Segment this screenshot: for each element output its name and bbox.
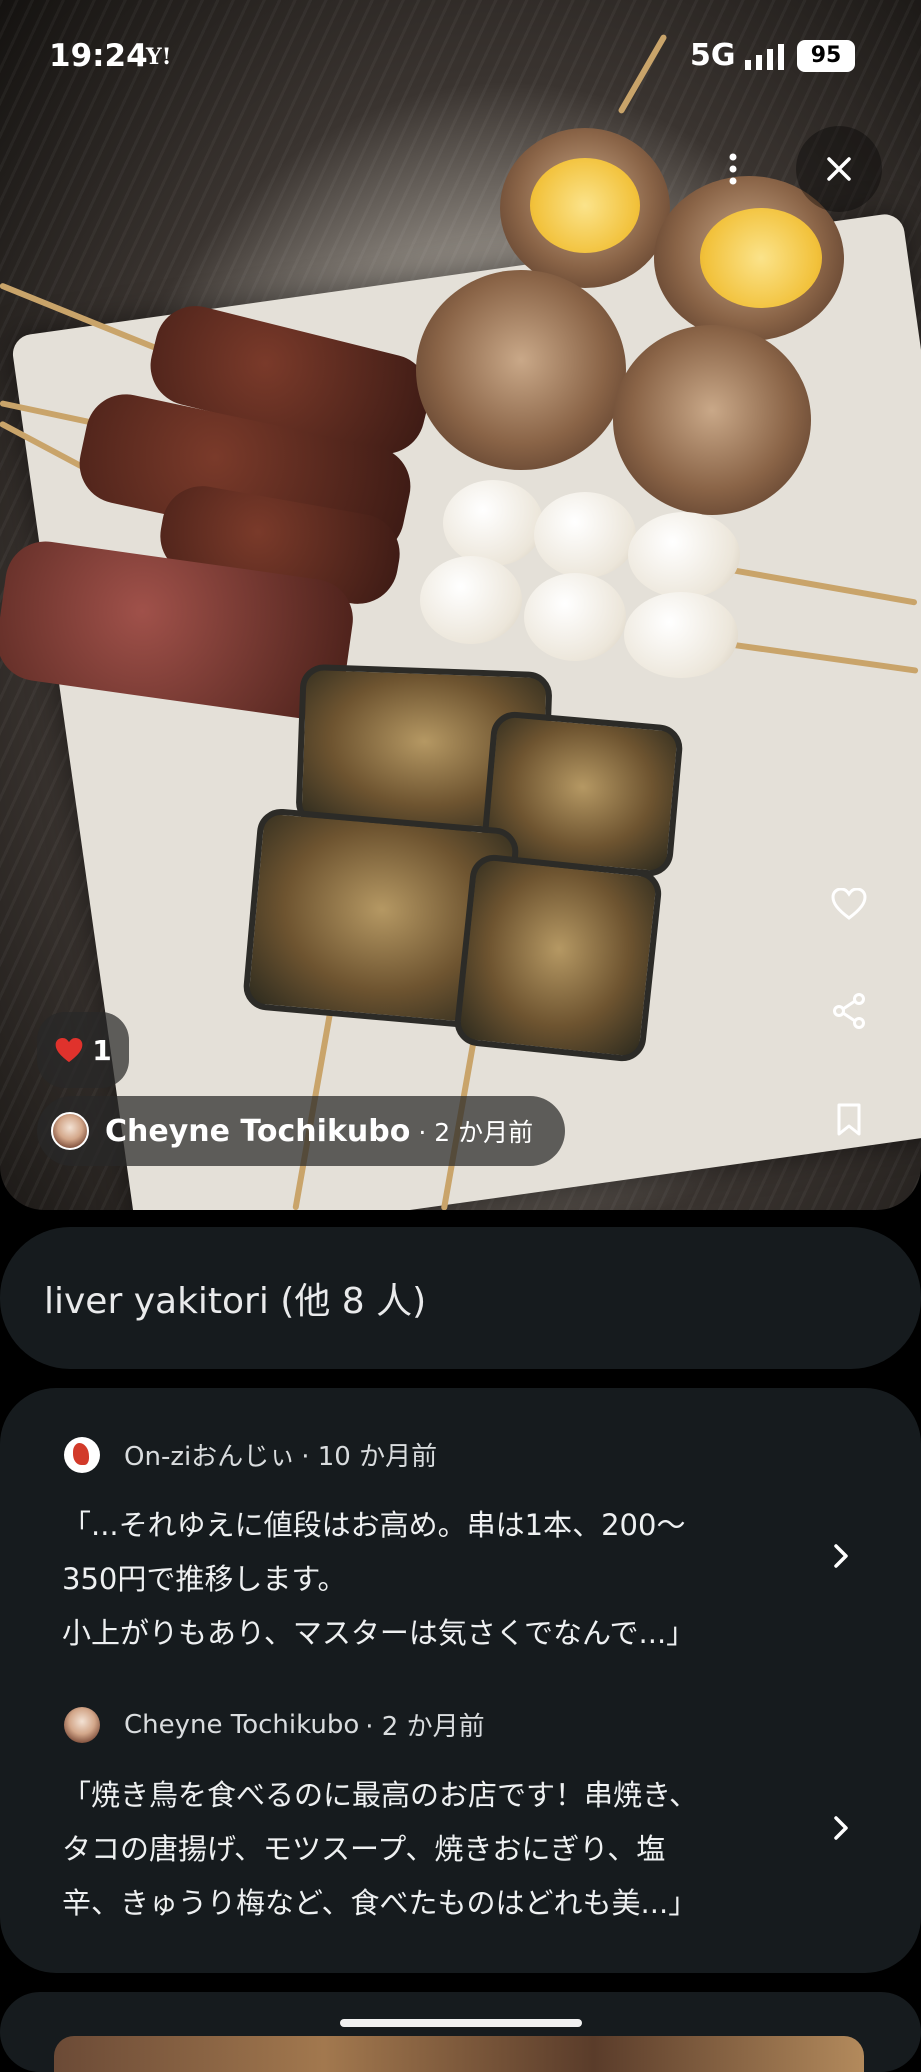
avatar xyxy=(64,1436,100,1473)
like-button[interactable] xyxy=(821,876,877,932)
grilled-eggplant xyxy=(452,852,664,1064)
home-indicator[interactable] xyxy=(340,2019,582,2027)
review-item[interactable]: On-ziおんじぃ · 10 か月前 「...それゆえに値段はお高め。串は1本、… xyxy=(0,1436,921,1666)
photo-caption-card[interactable]: liver yakitori (他 8 人) xyxy=(0,1227,921,1369)
carrier-icon: Y! xyxy=(146,44,172,70)
network-type: 5G xyxy=(690,38,736,73)
lemon-slice xyxy=(530,158,640,253)
quail-egg xyxy=(524,573,626,661)
shiitake-mushroom xyxy=(416,270,626,470)
chevron-right-icon xyxy=(834,1544,848,1568)
review-text: 「...それゆえに値段はお高め。串は1本、200〜 350円で推移します。 小上… xyxy=(62,1508,696,1650)
status-time: 19:24 xyxy=(49,38,148,74)
bookmark-icon xyxy=(837,1103,861,1136)
review-meta: · 10 か月前 xyxy=(301,1442,438,1472)
review-open-button[interactable] xyxy=(821,1808,861,1848)
quail-egg xyxy=(628,512,740,598)
chevron-right-icon xyxy=(834,1816,848,1840)
review-author: Cheyne Tochikubo xyxy=(124,1709,360,1740)
next-photo-thumbnail xyxy=(54,2036,864,2072)
close-icon xyxy=(827,157,851,181)
review-item[interactable]: Cheyne Tochikubo · 2 か月前 「焼き鳥を食べるのに最高のお店… xyxy=(0,1706,921,1936)
signal-icon xyxy=(745,44,784,70)
more-button[interactable] xyxy=(690,126,776,212)
review-text: 「焼き鳥を食べるのに最高のお店です！串焼き、 タコの唐揚げ、モツスープ、焼きおに… xyxy=(62,1778,698,1920)
share-button[interactable] xyxy=(821,983,877,1039)
quail-egg xyxy=(624,592,738,678)
lemon-slice xyxy=(700,208,822,308)
like-count: 1 xyxy=(92,1033,112,1067)
photo-viewer[interactable]: 19:24 Y! 5G 95 1 Cheyne Tochikubo · 2 か月… xyxy=(0,0,921,1210)
status-bar: 19:24 Y! 5G 95 xyxy=(0,0,921,116)
like-count-chip[interactable]: 1 xyxy=(37,1012,129,1088)
more-icon xyxy=(729,153,737,185)
photo-caption: liver yakitori (他 8 人) xyxy=(44,1281,427,1322)
red-heart-icon xyxy=(55,1037,83,1062)
review-open-button[interactable] xyxy=(821,1536,861,1576)
review-header: On-ziおんじぃ · 10 か月前 xyxy=(64,1436,437,1473)
review-meta: · 2 か月前 xyxy=(365,1712,485,1742)
quail-egg xyxy=(534,492,636,578)
photo-author-chip[interactable]: Cheyne Tochikubo · 2 か月前 xyxy=(37,1096,566,1166)
next-photo-card[interactable] xyxy=(0,1992,921,2072)
photo-author-meta: · 2 か月前 xyxy=(418,1118,534,1147)
quail-egg xyxy=(420,556,522,644)
bookmark-button[interactable] xyxy=(821,1092,877,1148)
avatar xyxy=(51,1112,89,1150)
share-icon xyxy=(833,993,865,1029)
battery-icon: 95 xyxy=(797,40,855,72)
heart-icon xyxy=(831,888,867,920)
photo-author-name: Cheyne Tochikubo xyxy=(105,1113,411,1149)
review-header: Cheyne Tochikubo · 2 か月前 xyxy=(64,1706,485,1743)
quail-egg xyxy=(443,480,543,566)
close-button[interactable] xyxy=(796,126,882,212)
shiitake-mushroom xyxy=(613,325,811,515)
review-author: On-ziおんじぃ xyxy=(124,1442,296,1472)
reviews-card: On-ziおんじぃ · 10 か月前 「...それゆえに値段はお高め。串は1本、… xyxy=(0,1388,921,1973)
avatar xyxy=(64,1706,100,1743)
